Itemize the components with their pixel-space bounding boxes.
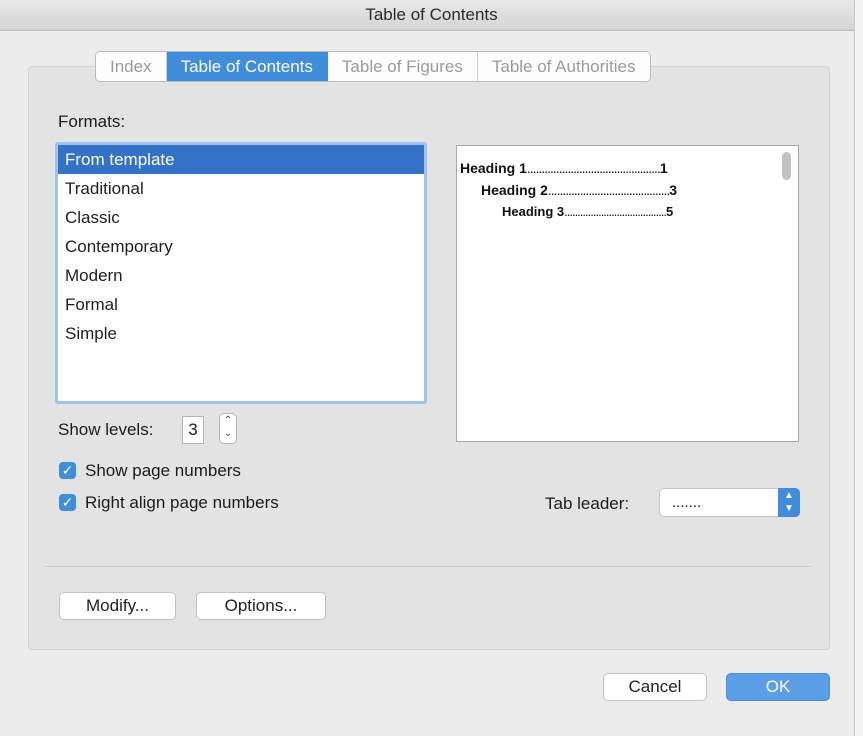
- preview-page-number: 5: [666, 204, 674, 219]
- tab-leader-label: Tab leader:: [545, 494, 630, 513]
- tab-table-of-authorities[interactable]: Table of Authorities: [477, 52, 650, 81]
- tab-leader-value: .......: [672, 494, 702, 511]
- format-item-simple[interactable]: Simple: [58, 319, 424, 348]
- cancel-button[interactable]: Cancel: [603, 673, 707, 701]
- format-item-traditional[interactable]: Traditional: [58, 174, 424, 203]
- options-button[interactable]: Options...: [196, 592, 326, 620]
- show-page-numbers-label: Show page numbers: [85, 461, 241, 480]
- format-item-from-template[interactable]: From template: [58, 145, 424, 174]
- preview-heading-text: Heading 1: [460, 160, 527, 176]
- preview-line-heading-3: Heading 3...............................…: [502, 204, 673, 219]
- preview-leader: .......................................: [564, 204, 667, 219]
- window-title: Table of Contents: [0, 0, 863, 31]
- format-item-modern[interactable]: Modern: [58, 261, 424, 290]
- tab-index[interactable]: Index: [96, 52, 167, 81]
- formats-label: Formats:: [58, 112, 126, 131]
- ok-button[interactable]: OK: [726, 673, 830, 701]
- preview-line-heading-2: Heading 2...............................…: [481, 182, 677, 198]
- preview-heading-text: Heading 2: [481, 182, 548, 198]
- tab-table-of-figures[interactable]: Table of Figures: [327, 52, 478, 81]
- preview-leader: ........................................…: [526, 160, 661, 176]
- up-down-chevron-icon[interactable]: ⌃ ⌄: [219, 413, 237, 444]
- format-item-formal[interactable]: Formal: [58, 290, 424, 319]
- preview-page-number: 1: [659, 160, 668, 176]
- formats-list[interactable]: From template Traditional Classic Contem…: [55, 142, 427, 404]
- chevron-up-down-icon: ▲ ▼: [778, 488, 800, 517]
- format-item-contemporary[interactable]: Contemporary: [58, 232, 424, 261]
- tab-leader-select[interactable]: ....... ▲ ▼: [659, 488, 800, 517]
- preview-leader: ........................................…: [547, 182, 670, 198]
- tab-table-of-contents[interactable]: Table of Contents: [166, 52, 328, 81]
- right-align-checkbox[interactable]: ✓: [59, 494, 76, 511]
- preview-line-heading-1: Heading 1...............................…: [460, 160, 668, 176]
- modify-button[interactable]: Modify...: [59, 592, 176, 620]
- preview-heading-text: Heading 3: [502, 204, 565, 219]
- preview-page-number: 3: [669, 182, 678, 198]
- show-page-numbers-checkbox[interactable]: ✓: [59, 462, 76, 479]
- window-edge: [854, 0, 863, 736]
- show-levels-label: Show levels:: [58, 420, 154, 439]
- divider: [44, 566, 812, 567]
- show-levels-field[interactable]: 3: [182, 416, 204, 444]
- tab-bar: Index Table of Contents Table of Figures…: [95, 51, 651, 82]
- preview-scrollbar[interactable]: [782, 152, 791, 180]
- right-align-label: Right align page numbers: [85, 493, 279, 512]
- toc-preview: Heading 1...............................…: [456, 145, 799, 442]
- format-item-classic[interactable]: Classic: [58, 203, 424, 232]
